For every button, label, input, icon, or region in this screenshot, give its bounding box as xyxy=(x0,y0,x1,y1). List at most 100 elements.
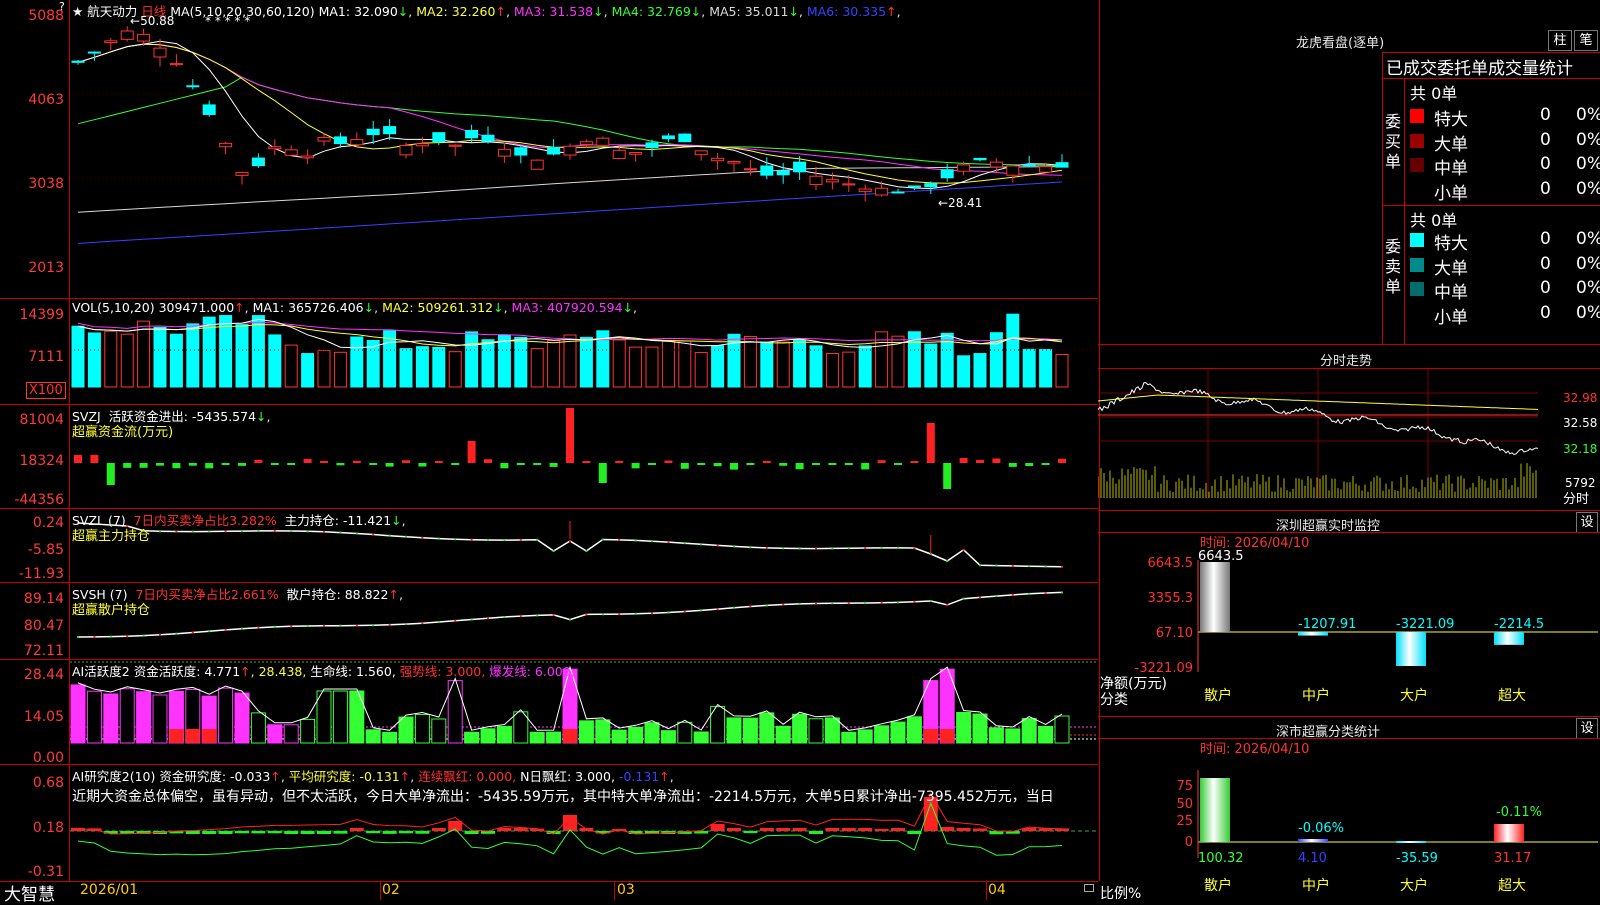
candle-body[interactable] xyxy=(547,146,561,155)
volume-bar[interactable] xyxy=(104,330,118,388)
bar-view-button[interactable]: 柱 xyxy=(1548,30,1572,51)
question-icon[interactable]: ? xyxy=(59,0,65,13)
candle-body[interactable] xyxy=(907,185,921,188)
volume-bar[interactable] xyxy=(415,346,429,388)
candle-body[interactable] xyxy=(793,161,807,173)
candle-body[interactable] xyxy=(1039,166,1053,173)
category-bar[interactable] xyxy=(1396,632,1426,667)
volume-bar[interactable] xyxy=(1055,353,1069,388)
category-bar[interactable] xyxy=(1298,632,1328,636)
volume-bar[interactable] xyxy=(514,336,528,388)
candle-body[interactable] xyxy=(383,126,397,135)
candle-body[interactable] xyxy=(481,134,495,142)
candle-body[interactable] xyxy=(596,137,610,146)
candle-body[interactable] xyxy=(842,183,856,186)
volume-bar[interactable] xyxy=(251,315,265,388)
volume-bar[interactable] xyxy=(235,324,249,388)
candle-body[interactable] xyxy=(940,169,954,179)
candle-body[interactable] xyxy=(448,144,462,147)
candle-body[interactable] xyxy=(891,191,905,194)
candle-body[interactable] xyxy=(661,135,675,140)
candle-body[interactable] xyxy=(104,40,118,44)
volume-bar[interactable] xyxy=(957,355,971,388)
candle-body[interactable] xyxy=(530,159,544,170)
candle-body[interactable] xyxy=(465,129,479,139)
category-bar[interactable] xyxy=(1494,632,1524,645)
volume-bar[interactable] xyxy=(858,345,872,388)
candle-body[interactable] xyxy=(711,157,725,162)
candle-body[interactable] xyxy=(251,157,265,167)
candle-body[interactable] xyxy=(87,51,101,54)
volume-bar[interactable] xyxy=(350,336,364,388)
candle-body[interactable] xyxy=(153,47,167,58)
sz-monitor-chart[interactable]: 6643.5 3355.3 67.10 -3221.09 6643.5 散户 -1207.9… xyxy=(1098,550,1600,715)
volume-bar[interactable] xyxy=(1022,348,1036,388)
volume-bar[interactable] xyxy=(825,353,839,388)
candle-body[interactable] xyxy=(235,171,249,176)
volume-bar[interactable] xyxy=(71,325,85,388)
volume-bar[interactable] xyxy=(711,345,725,388)
volume-bar[interactable] xyxy=(284,344,298,388)
price-chart[interactable] xyxy=(70,0,1098,298)
candle-body[interactable] xyxy=(875,187,889,196)
candle-body[interactable] xyxy=(1022,164,1036,167)
lock-icon[interactable] xyxy=(1084,884,1094,892)
candle-body[interactable] xyxy=(629,152,643,155)
category-bar[interactable] xyxy=(1200,778,1230,842)
volume-bar[interactable] xyxy=(809,345,823,388)
candle-body[interactable] xyxy=(366,128,380,136)
candle-body[interactable] xyxy=(579,141,593,146)
category-bar[interactable] xyxy=(1396,841,1426,843)
candle-body[interactable] xyxy=(678,133,692,143)
category-bar[interactable] xyxy=(1494,824,1524,842)
volume-bar[interactable] xyxy=(924,343,938,388)
volume-bar[interactable] xyxy=(563,334,577,388)
volume-bar[interactable] xyxy=(448,351,462,388)
volume-bar[interactable] xyxy=(629,346,643,388)
candle-body[interactable] xyxy=(973,157,987,161)
volume-bar[interactable] xyxy=(317,349,331,388)
volume-bar[interactable] xyxy=(169,333,183,388)
volume-bar[interactable] xyxy=(793,339,807,388)
candle-body[interactable] xyxy=(497,148,511,157)
volume-bar[interactable] xyxy=(776,341,790,388)
candle-body[interactable] xyxy=(202,104,216,115)
volume-bar[interactable] xyxy=(678,340,692,388)
candle-body[interactable] xyxy=(415,143,429,147)
candle-body[interactable] xyxy=(612,149,626,159)
candle-body[interactable] xyxy=(169,63,183,66)
candle-body[interactable] xyxy=(989,161,1003,168)
volume-bar[interactable] xyxy=(760,341,774,388)
category-bar[interactable] xyxy=(1298,839,1328,842)
candle-body[interactable] xyxy=(301,155,315,159)
chart-area[interactable]: ★ 航天动力 日线 MA(5,10,20,30,60,120) MA1: 32.… xyxy=(0,0,1100,905)
volume-bar[interactable] xyxy=(87,332,101,388)
volume-bar[interactable] xyxy=(120,333,134,388)
category-bar[interactable] xyxy=(1200,562,1230,632)
candle-body[interactable] xyxy=(137,33,151,42)
candle-body[interactable] xyxy=(399,145,413,156)
volume-bar[interactable] xyxy=(530,348,544,388)
volume-bar[interactable] xyxy=(661,340,675,388)
candle-body[interactable] xyxy=(563,145,577,156)
volume-bar[interactable] xyxy=(1039,348,1053,388)
volume-bar[interactable] xyxy=(1006,313,1020,388)
volume-bar[interactable] xyxy=(153,326,167,388)
candle-body[interactable] xyxy=(186,85,200,88)
candle-body[interactable] xyxy=(760,165,774,176)
candle-body[interactable] xyxy=(333,136,347,145)
sz-monitor-settings-button[interactable]: 设 xyxy=(1576,512,1598,533)
candle-body[interactable] xyxy=(71,60,85,63)
volume-bar[interactable] xyxy=(842,351,856,388)
volume-bar[interactable] xyxy=(579,336,593,388)
candle-body[interactable] xyxy=(317,137,331,142)
sz-class-chart[interactable]: 7550250100.32散户4.10中户-35.59大户31.17超大比例%分… xyxy=(1098,758,1600,900)
candle-body[interactable] xyxy=(727,161,741,164)
volume-bar[interactable] xyxy=(366,340,380,388)
candle-body[interactable] xyxy=(858,188,872,193)
volume-bar[interactable] xyxy=(137,320,151,388)
candle-body[interactable] xyxy=(120,30,134,40)
candle-body[interactable] xyxy=(645,142,659,149)
candle-body[interactable] xyxy=(809,175,823,186)
candle-body[interactable] xyxy=(432,132,446,143)
